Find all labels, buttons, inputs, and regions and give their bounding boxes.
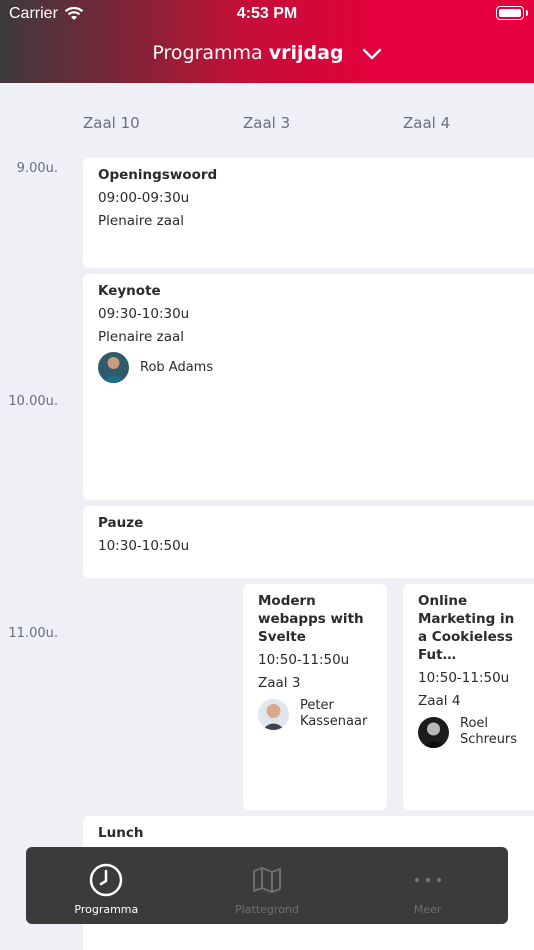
room-header-row: Zaal 10 Zaal 3 Zaal 4 [0, 114, 534, 134]
more-icon [414, 877, 441, 883]
tab-label: Programma [74, 903, 139, 916]
speaker-name: Peter Kassenaar [300, 698, 368, 729]
page-title-prefix: Programma [152, 42, 263, 64]
hour-label: 11.00u. [8, 626, 58, 641]
session-title: Pauze [98, 515, 144, 531]
tab-label: Meer [413, 903, 442, 916]
session-title: Modern webapps with Svelte [258, 593, 364, 645]
session-time: 09:30-10:30u [98, 306, 190, 322]
session-card[interactable]: Online Marketing in a Cookieless Fut… 10… [403, 584, 534, 810]
session-room: Plenaire zaal [98, 213, 185, 229]
speaker[interactable]: Peter Kassenaar [258, 698, 372, 730]
session-title: Lunch [98, 825, 144, 841]
session-title: Openingswoord [98, 167, 218, 183]
tab-programma[interactable]: Programma [26, 847, 187, 924]
avatar [258, 698, 289, 730]
tab-bar: Programma Plattegrond Meer [26, 847, 508, 924]
speaker[interactable]: Roel Schreurs [418, 716, 528, 748]
session-time: 09:00-09:30u [98, 190, 190, 206]
session-title: Online Marketing in a Cookieless Fut… [418, 593, 515, 663]
session-room: Zaal 4 [418, 693, 461, 709]
avatar [98, 352, 129, 383]
session-room: Plenaire zaal [98, 329, 185, 345]
app-header: Carrier 4:53 PM Programma vrijdag [0, 0, 534, 83]
session-card[interactable]: Openingswoord 09:00-09:30u Plenaire zaal [83, 158, 534, 268]
session-time: 10:50-11:50u [418, 670, 510, 686]
hour-label: 10.00u. [8, 394, 58, 409]
speaker-name: Rob Adams [140, 359, 214, 375]
speaker[interactable]: Rob Adams [98, 352, 528, 383]
room-header: Zaal 4 [403, 114, 451, 132]
room-header: Zaal 10 [83, 114, 140, 132]
chevron-down-icon[interactable] [362, 48, 382, 60]
hour-label: 9.00u. [16, 161, 58, 176]
session-time: 10:30-10:50u [98, 538, 190, 554]
session-card[interactable]: Pauze 10:30-10:50u [83, 506, 534, 578]
avatar [418, 716, 449, 748]
session-card[interactable]: Keynote 09:30-10:30u Plenaire zaal Rob A… [83, 274, 534, 500]
map-icon [253, 867, 281, 893]
status-bar: Carrier 4:53 PM [0, 0, 534, 28]
day-selector[interactable]: Programma vrijdag [0, 42, 534, 64]
session-room: Zaal 3 [258, 675, 301, 691]
tab-plattegrond[interactable]: Plattegrond [187, 847, 348, 924]
page-title-day: vrijdag [268, 42, 344, 64]
battery-icon [496, 6, 524, 20]
status-time: 4:53 PM [236, 5, 298, 22]
session-card[interactable]: Modern webapps with Svelte 10:50-11:50u … [243, 584, 387, 810]
tab-meer[interactable]: Meer [347, 847, 508, 924]
room-header: Zaal 3 [243, 114, 291, 132]
clock-icon [90, 863, 123, 897]
speaker-name: Roel Schreurs [460, 716, 518, 747]
tab-label: Plattegrond [235, 903, 299, 916]
session-title: Keynote [98, 283, 161, 299]
session-time: 10:50-11:50u [258, 652, 350, 668]
